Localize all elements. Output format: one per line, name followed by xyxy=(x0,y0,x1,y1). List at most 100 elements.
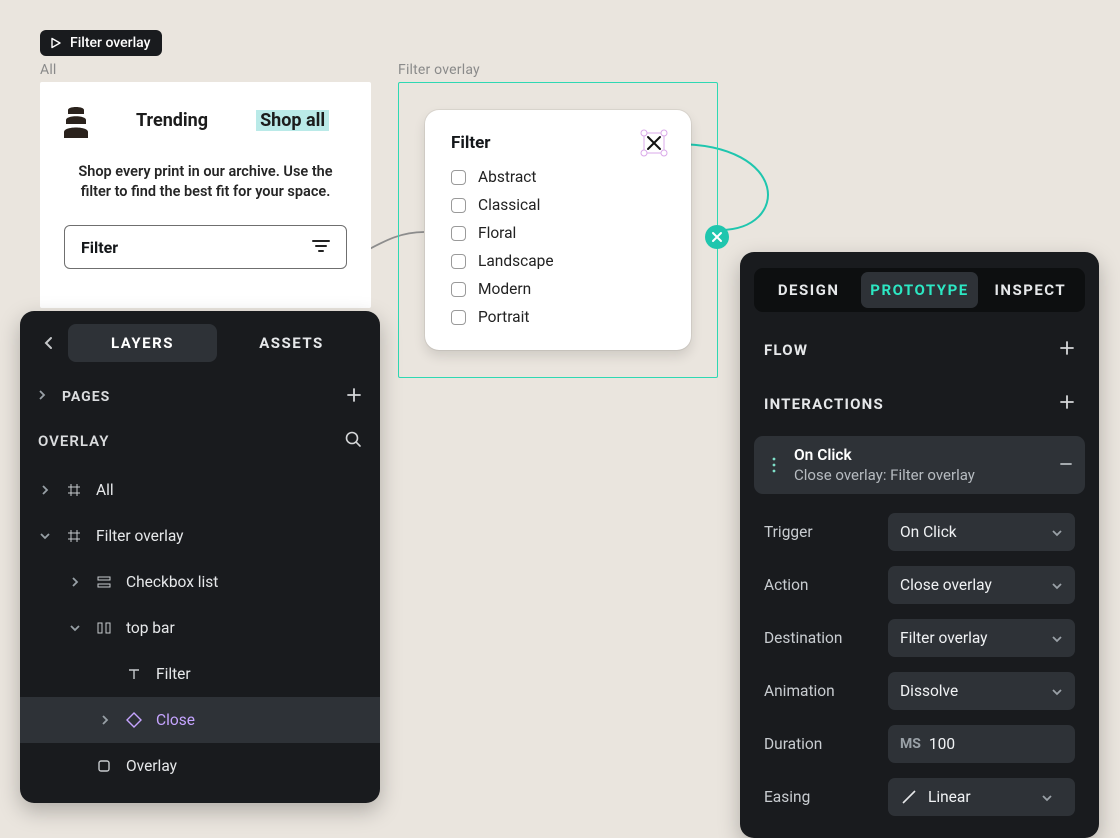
animation-label: Animation xyxy=(764,682,876,700)
chevron-down-icon xyxy=(1051,576,1063,594)
back-button[interactable] xyxy=(34,328,64,358)
checkbox-icon[interactable] xyxy=(451,170,466,185)
overlay-option[interactable]: Classical xyxy=(451,196,665,214)
interaction-item[interactable]: On Click Close overlay: Filter overlay xyxy=(754,436,1085,494)
add-page-button[interactable] xyxy=(346,387,362,407)
overlay-title: Filter xyxy=(451,133,491,153)
easing-label: Easing xyxy=(764,788,876,806)
overlay-option[interactable]: Floral xyxy=(451,224,665,242)
layer-tree: All Filter overlay Checkbox list top bar… xyxy=(20,463,380,793)
action-label: Action xyxy=(764,576,876,594)
search-layers-button[interactable] xyxy=(344,430,362,452)
duration-value: 100 xyxy=(929,735,955,753)
overlay-card: Filter Abstract Classical Floral Landsca… xyxy=(425,110,691,350)
layer-row-top-bar[interactable]: top bar xyxy=(20,605,380,651)
delete-connection-icon[interactable] xyxy=(705,225,729,249)
tab-prototype[interactable]: PROTOTYPE xyxy=(861,272,977,308)
canvas-label-all: All xyxy=(40,62,57,78)
destination-label: Destination xyxy=(764,629,876,647)
chevron-down-icon xyxy=(1041,788,1063,806)
interaction-subtitle: Close overlay: Filter overlay xyxy=(794,466,1047,484)
add-interaction-button[interactable] xyxy=(1059,394,1075,414)
autolayout-horizontal-icon xyxy=(94,620,114,636)
tab-assets[interactable]: ASSETS xyxy=(217,324,366,362)
layer-row-frame-filter-overlay[interactable]: Filter overlay xyxy=(20,513,380,559)
checkbox-icon[interactable] xyxy=(451,198,466,213)
animation-row: Animation Dissolve xyxy=(754,667,1085,714)
frame-all-description: Shop every print in our archive. Use the… xyxy=(64,162,347,201)
frame-all-header: Trending Shop all xyxy=(64,102,347,138)
play-icon xyxy=(50,37,62,49)
autolayout-icon xyxy=(94,574,114,590)
linear-icon xyxy=(900,788,918,806)
animation-select[interactable]: Dissolve xyxy=(888,672,1075,710)
chevron-down-icon xyxy=(1051,523,1063,541)
close-icon[interactable] xyxy=(643,132,665,154)
overlay-options: Abstract Classical Floral Landscape Mode… xyxy=(451,168,665,326)
frame-icon xyxy=(64,528,84,544)
nav-shop-all[interactable]: Shop all xyxy=(256,110,329,131)
trigger-select[interactable]: On Click xyxy=(888,513,1075,551)
duration-input[interactable]: MS 100 xyxy=(888,725,1075,763)
trigger-label: Trigger xyxy=(764,523,876,541)
checkbox-icon[interactable] xyxy=(451,310,466,325)
action-select[interactable]: Close overlay xyxy=(888,566,1075,604)
chevron-down-icon xyxy=(1051,682,1063,700)
layer-row-overlay[interactable]: Overlay xyxy=(20,743,380,789)
nav-trending[interactable]: Trending xyxy=(136,110,208,131)
canvas-label-overlay: Filter overlay xyxy=(398,62,480,78)
remove-interaction-button[interactable] xyxy=(1059,456,1073,475)
trigger-row: Trigger On Click xyxy=(754,508,1085,555)
easing-select[interactable]: Linear xyxy=(888,778,1075,816)
action-row: Action Close overlay xyxy=(754,561,1085,608)
chevron-down-icon xyxy=(38,532,52,540)
easing-row: Easing Linear xyxy=(754,773,1085,820)
tab-inspect[interactable]: INSPECT xyxy=(980,272,1081,308)
layer-row-checkbox-list[interactable]: Checkbox list xyxy=(20,559,380,605)
checkbox-icon[interactable] xyxy=(451,282,466,297)
flow-section[interactable]: FLOW xyxy=(754,326,1085,374)
layer-row-close[interactable]: Close xyxy=(20,697,380,743)
frame-icon xyxy=(64,482,84,498)
frame-filter-overlay[interactable]: Filter Abstract Classical Floral Landsca… xyxy=(398,82,718,378)
checkbox-icon[interactable] xyxy=(451,226,466,241)
layer-row-text-filter[interactable]: Filter xyxy=(20,651,380,697)
pages-label: PAGES xyxy=(62,389,110,405)
inspector-tabs: DESIGN PROTOTYPE INSPECT xyxy=(754,268,1085,312)
filter-button[interactable]: Filter xyxy=(64,225,347,269)
frame-indicator[interactable]: Filter overlay xyxy=(40,30,162,56)
tab-layers[interactable]: LAYERS xyxy=(68,324,217,362)
chevron-right-icon xyxy=(68,576,82,588)
checkbox-icon[interactable] xyxy=(451,254,466,269)
duration-row: Duration MS 100 xyxy=(754,720,1085,767)
overlay-option[interactable]: Abstract xyxy=(451,168,665,186)
rectangle-icon xyxy=(94,759,114,773)
destination-row: Destination Filter overlay xyxy=(754,614,1085,661)
component-icon xyxy=(124,712,144,728)
interactions-label: INTERACTIONS xyxy=(764,395,884,413)
destination-select[interactable]: Filter overlay xyxy=(888,619,1075,657)
overlay-option[interactable]: Portrait xyxy=(451,308,665,326)
panel-tabs: LAYERS ASSETS xyxy=(68,324,366,362)
chevron-down-icon xyxy=(68,624,82,632)
frame-all[interactable]: Trending Shop all Shop every print in ou… xyxy=(40,82,371,308)
filter-label: Filter xyxy=(81,238,118,257)
pages-section[interactable]: PAGES xyxy=(20,375,380,419)
interaction-title: On Click xyxy=(794,446,1047,464)
interactions-section[interactable]: INTERACTIONS xyxy=(754,380,1085,428)
drag-handle-icon[interactable] xyxy=(766,456,782,474)
logo-icon xyxy=(64,102,88,138)
tab-design[interactable]: DESIGN xyxy=(758,272,859,308)
prototype-panel: DESIGN PROTOTYPE INSPECT FLOW INTERACTIO… xyxy=(740,252,1099,838)
overlay-option[interactable]: Landscape xyxy=(451,252,665,270)
overlay-option[interactable]: Modern xyxy=(451,280,665,298)
add-flow-button[interactable] xyxy=(1059,340,1075,360)
page-title-row: OVERLAY xyxy=(20,419,380,463)
chevron-right-icon xyxy=(38,484,52,496)
chevron-right-icon xyxy=(38,389,46,405)
layers-panel: LAYERS ASSETS PAGES OVERLAY All Filter o… xyxy=(20,311,380,803)
chevron-down-icon xyxy=(1051,629,1063,647)
layer-row-frame-all[interactable]: All xyxy=(20,467,380,513)
filter-icon xyxy=(312,238,330,257)
frame-indicator-title: Filter overlay xyxy=(70,35,150,51)
